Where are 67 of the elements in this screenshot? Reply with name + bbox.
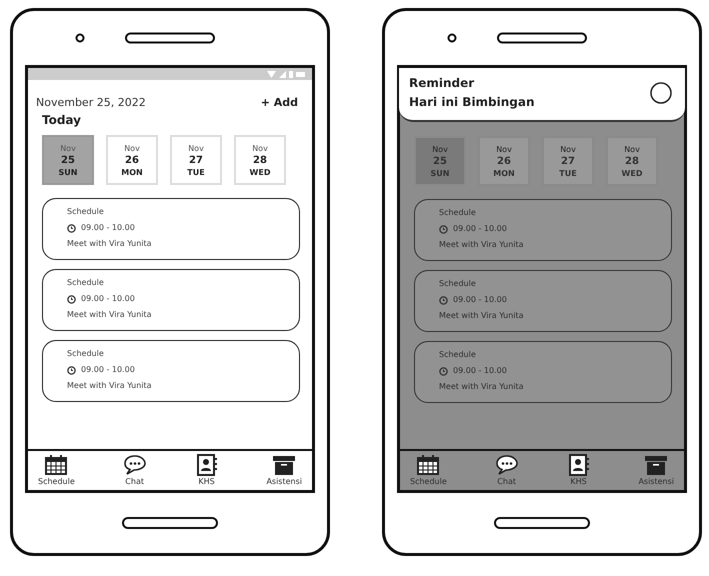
clock-icon: [439, 366, 448, 376]
schedule-time: 09.00 - 10.00: [81, 364, 135, 376]
chat-bubble-icon: [494, 454, 519, 476]
clock-icon: [439, 224, 448, 234]
schedule-card[interactable]: Schedule 09.00 - 10.00 Meet with Vira Yunita: [42, 269, 300, 331]
schedule-time: 09.00 - 10.00: [453, 223, 507, 235]
schedule-time: 09.00 - 10.00: [453, 294, 507, 306]
nav-tab[interactable]: Schedule: [34, 454, 79, 486]
add-button[interactable]: + Add: [260, 96, 298, 109]
date-label: November 25, 2022: [36, 96, 146, 109]
nav-tab[interactable]: Schedule: [406, 454, 451, 486]
schedule-description: Meet with Vira Yunita: [439, 381, 525, 393]
speaker-grille-icon: [125, 32, 215, 44]
schedule-card[interactable]: Schedule 09.00 - 10.00 Meet with Vira Yunita: [414, 270, 672, 332]
schedule-time: 09.00 - 10.00: [453, 365, 507, 377]
chat-bubble-icon: [122, 454, 147, 476]
schedule-description: Meet with Vira Yunita: [439, 239, 525, 251]
archive-box-icon: [272, 454, 296, 476]
archive-box-icon: [644, 454, 668, 476]
contact-book-icon: [194, 454, 219, 476]
camera-icon: [75, 33, 85, 43]
nav-tab[interactable]: Chat: [118, 454, 151, 486]
schedule-time: 09.00 - 10.00: [81, 222, 135, 234]
date-tile[interactable]: Nov 26 MON: [478, 136, 530, 186]
schedule-card[interactable]: Schedule 09.00 - 10.00 Meet with Vira Yunita: [414, 341, 672, 403]
date-tile[interactable]: Nov 28 WED: [606, 136, 658, 186]
date-tile[interactable]: Nov 25 SUN: [42, 135, 94, 185]
today-heading: Today: [42, 113, 82, 127]
notification-title: Reminder: [409, 75, 476, 92]
camera-icon: [447, 33, 457, 43]
circle-icon: [649, 81, 673, 105]
schedule-title: Schedule: [439, 278, 477, 290]
schedule-title: Schedule: [439, 207, 477, 219]
schedule-card[interactable]: Schedule 09.00 - 10.00 Meet with Vira Yunita: [414, 199, 672, 261]
date-tile[interactable]: Nov 26 MON: [106, 135, 158, 185]
clock-icon: [67, 366, 76, 374]
nav-tab[interactable]: Chat: [490, 454, 523, 486]
speaker-grille-icon: [497, 32, 587, 44]
schedule-title: Schedule: [439, 349, 477, 361]
schedule-description: Meet with Vira Yunita: [439, 310, 525, 322]
schedule-time: 09.00 - 10.00: [81, 293, 135, 305]
date-tile[interactable]: Nov 28 WED: [234, 135, 286, 185]
schedule-title: Schedule: [67, 206, 105, 218]
schedule-description: Meet with Vira Yunita: [67, 380, 153, 392]
nav-tab[interactable]: KHS: [562, 454, 595, 486]
notification-message: Hari ini Bimbingan: [409, 94, 535, 111]
nav-tab[interactable]: Asistensi: [634, 454, 678, 486]
home-button-icon: [122, 516, 218, 530]
date-tile[interactable]: Nov 27 TUE: [170, 135, 222, 185]
status-icons-drawing: [266, 70, 306, 78]
schedule-title: Schedule: [67, 277, 105, 289]
nav-tab[interactable]: Asistensi: [262, 454, 306, 486]
schedule-card[interactable]: Schedule 09.00 - 10.00 Meet with Vira Yunita: [42, 198, 300, 260]
nav-tab[interactable]: KHS: [190, 454, 223, 486]
schedule-description: Meet with Vira Yunita: [67, 238, 153, 250]
schedule-card[interactable]: Schedule 09.00 - 10.00 Meet with Vira Yunita: [42, 340, 300, 402]
contact-book-icon: [566, 454, 591, 476]
clock-icon: [67, 224, 76, 232]
calendar-icon: [44, 454, 68, 476]
home-button-icon: [494, 516, 590, 530]
schedule-description: Meet with Vira Yunita: [67, 309, 153, 321]
date-tile[interactable]: Nov 27 TUE: [542, 136, 594, 186]
date-tile[interactable]: Nov 25 SUN: [414, 136, 466, 186]
schedule-title: Schedule: [67, 348, 105, 360]
clock-icon: [439, 296, 448, 304]
clock-icon: [67, 294, 76, 304]
calendar-icon: [416, 454, 440, 476]
